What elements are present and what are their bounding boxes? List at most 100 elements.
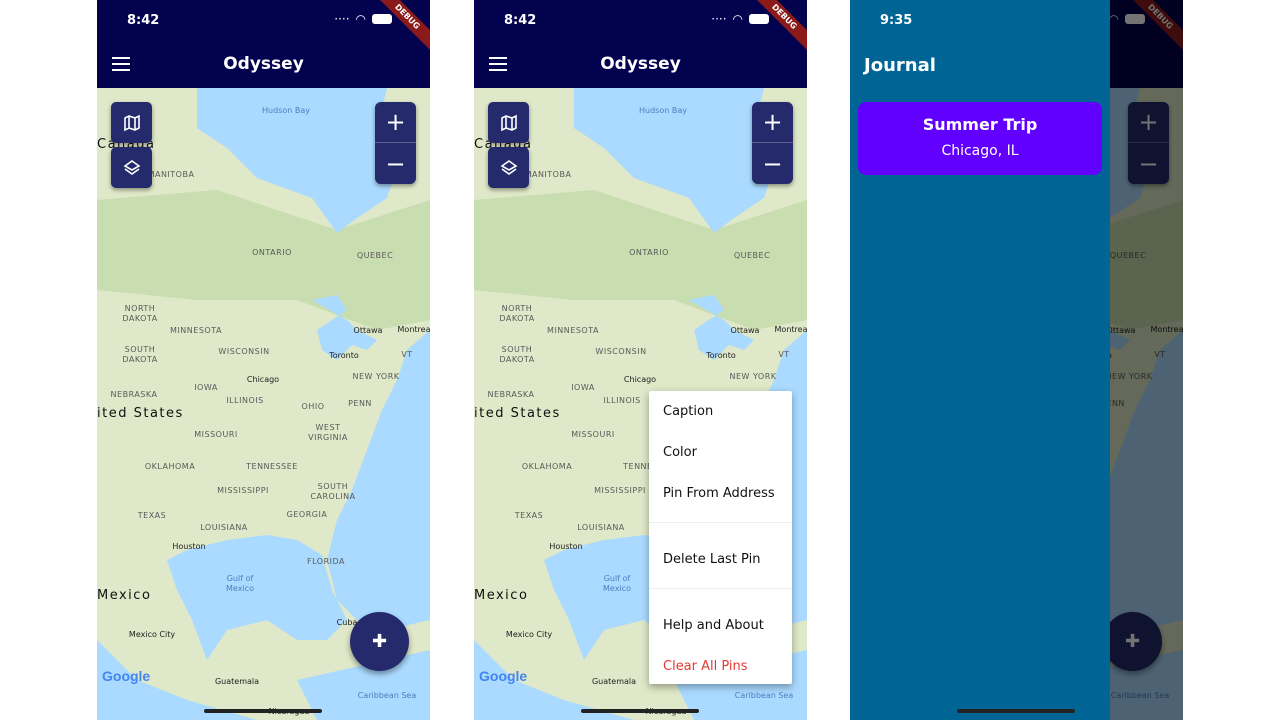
map-label: ONTARIO: [629, 248, 669, 257]
menu-item-caption[interactable]: Caption: [649, 391, 792, 432]
map-label: MISSOURI: [571, 430, 615, 439]
map-label: MISSISSIPPI: [594, 486, 646, 495]
map-label: Guatemala: [591, 677, 637, 686]
map-icon: [123, 114, 140, 131]
map-label: Caribbean Sea: [734, 691, 794, 700]
signal-icon: ····: [334, 12, 350, 26]
menu-item-pin-from-address[interactable]: Pin From Address: [649, 473, 792, 514]
zoom-controls: + −: [752, 102, 793, 184]
map-type-button[interactable]: [488, 102, 529, 143]
map-label: ited States: [97, 406, 184, 421]
zoom-out-button[interactable]: −: [752, 143, 793, 184]
map-label: Chicago: [623, 375, 657, 384]
map-label: Mexico City: [128, 630, 176, 639]
map-label: ONTARIO: [252, 248, 292, 257]
map-label: Gulf of Mexico: [603, 574, 631, 593]
menu-item-color[interactable]: Color: [649, 432, 792, 473]
app-title: Odyssey: [600, 54, 681, 74]
layers-button[interactable]: [488, 147, 529, 188]
zoom-out-button[interactable]: −: [375, 143, 416, 184]
map-label: IOWA: [194, 383, 218, 392]
map-label: SOUTH DAKOTA: [122, 345, 158, 364]
map-label: FLORIDA: [307, 557, 345, 566]
map-label: SOUTH DAKOTA: [499, 345, 535, 364]
map-label: QUEBEC: [356, 251, 394, 260]
phone-screen-map: Hudson Bay Canada MANITOBA ONTARIO QUEBEC NOR…: [97, 0, 430, 720]
google-logo: Google: [102, 668, 151, 684]
layers-icon: [123, 159, 140, 175]
battery-icon: [372, 14, 392, 24]
map-label: MINNESOTA: [547, 326, 599, 335]
menu-divider: [649, 588, 792, 605]
pin-icon: ✚: [371, 631, 388, 652]
menu-item-help-and-about[interactable]: Help and About: [649, 605, 792, 646]
map-label: OKLAHOMA: [521, 462, 573, 471]
map-label: Chicago: [246, 375, 280, 384]
phone-screen-drawer: Hudson BayCanadaMANITOBAONTARIOQUEBECNOR…: [850, 0, 1183, 720]
map-label: Houston: [172, 542, 206, 551]
status-icons: ···· ◠: [711, 12, 769, 26]
map-label: Caribbean Sea: [357, 691, 417, 700]
map-label: IOWA: [571, 383, 595, 392]
menu-item-delete-last-pin[interactable]: Delete Last Pin: [649, 539, 792, 580]
map-label: QUEBEC: [733, 251, 771, 260]
debug-banner: DEBUG: [747, 0, 807, 54]
map-label: NEBRASKA: [110, 390, 158, 399]
map-icon: [500, 114, 517, 131]
map-label: NEW YORK: [352, 372, 400, 381]
wifi-icon: ◠: [732, 12, 743, 26]
map-label: NEW YORK: [729, 372, 777, 381]
map-label: Toronto: [706, 351, 736, 360]
map-type-button[interactable]: [111, 102, 152, 143]
map-label: MISSOURI: [194, 430, 238, 439]
map-label: Montrea: [397, 325, 430, 334]
layers-button[interactable]: [111, 147, 152, 188]
map-label: NORTH DAKOTA: [499, 304, 535, 323]
debug-banner: DEBUG: [370, 0, 430, 54]
popup-menu: Caption Color Pin From Address Delete Last …: [649, 391, 792, 684]
map-label: OKLAHOMA: [144, 462, 196, 471]
map-label: OHIO: [301, 402, 325, 411]
map-label: Guatemala: [214, 677, 260, 686]
map-label: NEBRASKA: [487, 390, 535, 399]
map-label: ILLINOIS: [226, 396, 264, 405]
layers-icon: [500, 159, 517, 175]
phone-screen-menu: Hudson Bay Canada MANITOBA ONTARIO QUEBEC NOR…: [474, 0, 807, 720]
menu-divider: [649, 522, 792, 539]
map-label: VT: [401, 350, 413, 359]
journal-drawer: 9:35 Journal Summer Trip Chicago, IL: [850, 0, 1110, 720]
map-label: SOUTH CAROLINA: [310, 482, 356, 501]
map-label: Hudson Bay: [639, 106, 687, 115]
status-time: 9:35: [880, 13, 913, 28]
zoom-controls: + −: [375, 102, 416, 184]
map-label: MANITOBA: [524, 170, 572, 179]
map-label: GEORGIA: [286, 510, 328, 519]
zoom-in-button[interactable]: +: [375, 102, 416, 143]
journal-entry-card[interactable]: Summer Trip Chicago, IL: [858, 102, 1102, 175]
map-label: MISSISSIPPI: [217, 486, 269, 495]
map-label: Mexico: [97, 588, 152, 603]
map-label: Ottawa: [353, 326, 383, 335]
map-label: Mexico City: [505, 630, 553, 639]
map-label: VT: [778, 350, 790, 359]
menu-item-clear-all-pins[interactable]: Clear All Pins: [649, 646, 792, 687]
wifi-icon: ◠: [355, 12, 366, 26]
map-label: WISCONSIN: [218, 347, 270, 356]
map-label: Mexico: [474, 588, 529, 603]
battery-icon: [749, 14, 769, 24]
add-pin-button[interactable]: ✚: [350, 612, 409, 671]
journal-entry-location: Chicago, IL: [941, 143, 1019, 159]
map-label: WEST VIRGINIA: [308, 423, 348, 442]
map-label: ILLINOIS: [603, 396, 641, 405]
status-time: 8:42: [504, 13, 537, 28]
app-bar: 8:42 ···· ◠ DEBUG Odyssey: [474, 0, 807, 88]
drawer-title: Journal: [864, 55, 936, 76]
map-label: ited States: [474, 406, 561, 421]
home-indicator: [957, 709, 1075, 713]
map-label: Hudson Bay: [262, 106, 310, 115]
google-logo: Google: [479, 668, 528, 684]
home-indicator: [204, 709, 322, 713]
map-label: LOUISIANA: [200, 523, 248, 532]
zoom-in-button[interactable]: +: [752, 102, 793, 143]
map-label: LOUISIANA: [577, 523, 625, 532]
